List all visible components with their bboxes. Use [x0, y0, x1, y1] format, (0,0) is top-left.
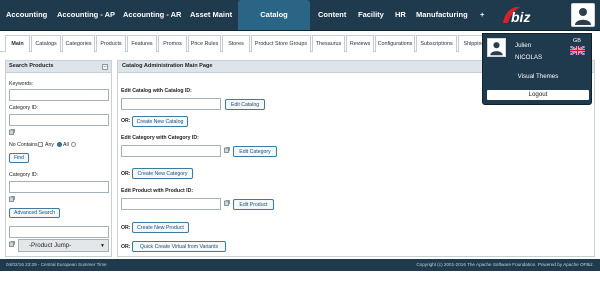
user-last-name: NICOLAS [515, 54, 543, 61]
nav-catalog[interactable]: Catalog [238, 0, 310, 30]
find-button[interactable]: Find [9, 153, 29, 163]
nav-asset-maint[interactable]: Asset Maint [190, 0, 232, 30]
tab-thesaurus[interactable]: Thesaurus [312, 35, 345, 52]
tab-promos[interactable]: Promos [158, 35, 187, 52]
search-products-panel: Search Products – Keywords: Category ID:… [5, 60, 112, 257]
any-label: Any [45, 142, 54, 148]
edit-product-label: Edit Product with Product ID: [121, 188, 194, 194]
product-jump-select[interactable]: -Product Jump- ▼ [18, 239, 109, 252]
lookup-icon[interactable] [9, 241, 15, 247]
or-label: OR: [121, 244, 131, 250]
all-label: All [63, 142, 69, 148]
footer-timestamp: 04/02/16 23:29 - Central European Summer… [6, 262, 107, 267]
nav-accounting-ap[interactable]: Accounting - AP [57, 0, 115, 30]
create-product-button[interactable]: Create New Product [132, 222, 189, 233]
tab-configurations[interactable]: Configurations [375, 35, 415, 52]
lookup-icon[interactable] [224, 147, 230, 153]
edit-catalog-label: Edit Catalog with Catalog ID: [121, 88, 192, 94]
or-label: OR: [121, 171, 131, 177]
footer-copyright: Copyright (c) 2001-2016 The Apache Softw… [416, 262, 594, 267]
tab-subscriptions[interactable]: Subscriptions [416, 35, 457, 52]
tab-products[interactable]: Products [96, 35, 126, 52]
tab-stores[interactable]: Stores [222, 35, 250, 52]
top-nav: Accounting Accounting - AP Accounting - … [0, 0, 600, 31]
tab-price-rules[interactable]: Price Rules [188, 35, 221, 52]
edit-category-button[interactable]: Edit Category [233, 146, 277, 157]
user-avatar-button[interactable] [571, 3, 595, 27]
tab-product-store-groups[interactable]: Product Store Groups [251, 35, 311, 52]
or-label: OR: [121, 225, 131, 231]
tab-main[interactable]: Main [5, 35, 30, 52]
catalog-subtabs: Main Catalogs Categories Products Featur… [0, 35, 490, 52]
tab-reviews[interactable]: Reviews [346, 35, 374, 52]
category-id-input[interactable] [9, 114, 109, 126]
category-id-input-2[interactable] [9, 181, 109, 193]
create-category-button[interactable]: Create New Category [132, 168, 193, 179]
catalog-id-input[interactable] [121, 98, 221, 110]
any-radio[interactable] [57, 142, 62, 147]
category-id-field[interactable] [121, 145, 221, 157]
tab-catalogs[interactable]: Catalogs [31, 35, 61, 52]
tab-features[interactable]: Features [127, 35, 157, 52]
visual-themes-link[interactable]: Visual Themes [483, 73, 593, 80]
keywords-input[interactable] [9, 89, 109, 101]
ofbiz-logo[interactable]: biz [501, 3, 547, 28]
nav-content[interactable]: Content [318, 0, 346, 30]
lookup-icon[interactable] [224, 200, 230, 206]
lookup-icon[interactable] [9, 129, 15, 135]
main-panel-title: Catalog Administration Main Page [122, 63, 213, 69]
user-icon [575, 8, 591, 25]
nav-accounting-ar[interactable]: Accounting - AR [123, 0, 181, 30]
create-catalog-button[interactable]: Create New Catalog [132, 116, 188, 127]
advanced-search-button[interactable]: Advanced Search [9, 208, 60, 218]
nav-accounting[interactable]: Accounting [6, 0, 47, 30]
product-jump-label: -Product Jump- [29, 242, 72, 249]
search-panel-header: Search Products – [6, 61, 111, 73]
product-id-input[interactable] [9, 226, 109, 238]
tab-categories[interactable]: Categories [62, 35, 95, 52]
no-contains-label: No Contains [9, 142, 38, 148]
category-id-label-2: Category ID: [9, 172, 39, 178]
lookup-icon[interactable] [9, 196, 15, 202]
edit-product-button[interactable]: Edit Product [233, 199, 274, 210]
no-contains-checkbox[interactable] [38, 142, 43, 147]
chevron-down-icon: ▼ [100, 243, 105, 249]
collapse-icon[interactable]: – [102, 64, 108, 70]
nav-more-plus[interactable]: + [480, 0, 484, 30]
nav-hr[interactable]: HR [395, 0, 406, 30]
edit-category-label: Edit Category with Category ID: [121, 135, 199, 141]
footer: 04/02/16 23:29 - Central European Summer… [0, 259, 600, 271]
all-radio[interactable] [71, 142, 76, 147]
user-menu-popup: Julien NICOLAS GB Visual Themes Logout [482, 33, 592, 105]
quick-create-virtual-button[interactable]: Quick Create Virtual from Variants [132, 241, 226, 252]
logout-button[interactable]: Logout [487, 90, 589, 100]
product-id-field[interactable] [121, 198, 221, 210]
user-icon [490, 42, 503, 56]
user-first-name: Julien [515, 42, 532, 49]
svg-text:biz: biz [511, 9, 530, 25]
uk-flag-icon[interactable] [570, 46, 585, 55]
search-panel-title: Search Products [9, 63, 54, 69]
language-code: GB [572, 38, 581, 44]
nav-manufacturing[interactable]: Manufacturing [416, 0, 468, 30]
nav-facility[interactable]: Facility [358, 0, 384, 30]
or-label: OR: [121, 118, 131, 124]
keywords-label: Keywords: [9, 81, 34, 87]
avatar [487, 38, 506, 57]
category-id-label: Category ID: [9, 105, 39, 111]
edit-catalog-button[interactable]: Edit Catalog [225, 99, 265, 110]
page: Accounting Accounting - AP Accounting - … [0, 0, 600, 300]
